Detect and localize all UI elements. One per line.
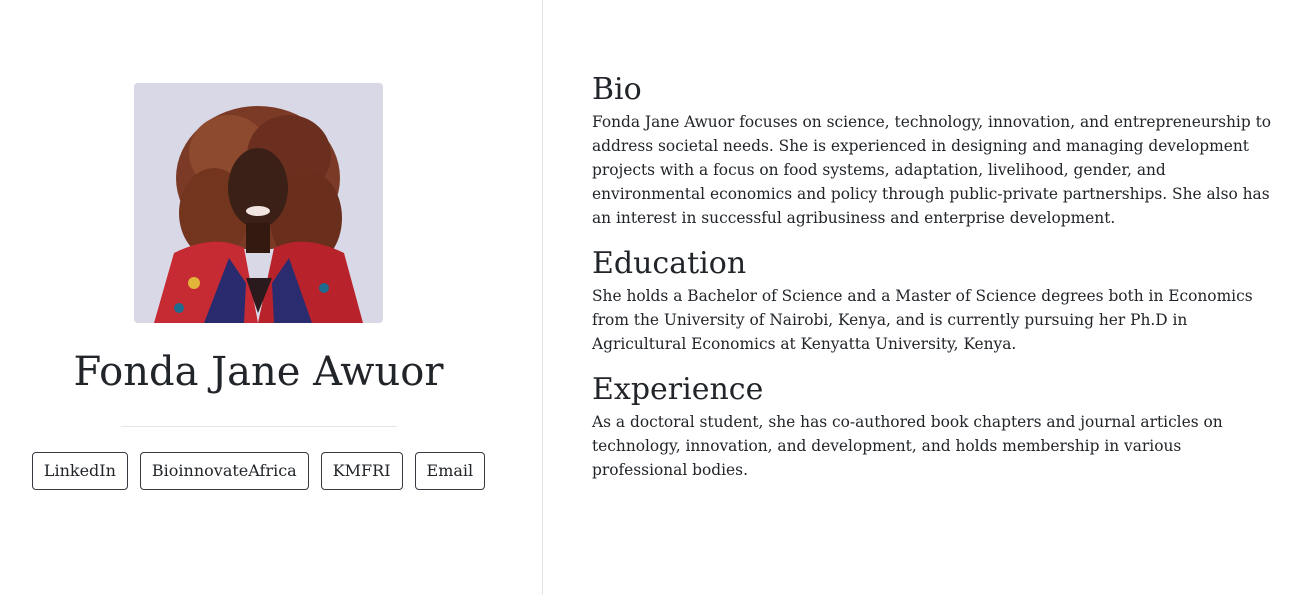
experience-section: Experience As a doctoral student, she ha… xyxy=(592,370,1272,482)
profile-name: Fonda Jane Awuor xyxy=(73,349,444,395)
name-divider xyxy=(121,426,397,427)
profile-sidebar: Fonda Jane Awuor LinkedIn BioinnovateAfr… xyxy=(0,0,543,595)
experience-text: As a doctoral student, she has co-author… xyxy=(592,413,1223,479)
education-section: Education She holds a Bachelor of Scienc… xyxy=(592,244,1272,356)
portrait-image xyxy=(134,83,383,323)
education-text: She holds a Bachelor of Science and a Ma… xyxy=(592,287,1253,353)
experience-heading: Experience xyxy=(592,372,764,407)
bio-heading: Bio xyxy=(592,72,642,107)
kmfri-button[interactable]: KMFRI xyxy=(320,452,403,490)
profile-links: LinkedIn BioinnovateAfrica KMFRI Email xyxy=(0,452,517,490)
email-button[interactable]: Email xyxy=(414,452,486,490)
linkedin-button[interactable]: LinkedIn xyxy=(31,452,128,490)
bio-section: Bio Fonda Jane Awuor focuses on science,… xyxy=(592,70,1272,230)
education-heading: Education xyxy=(592,246,747,281)
bioinnovateafrica-button[interactable]: BioinnovateAfrica xyxy=(139,452,309,490)
profile-photo xyxy=(134,83,383,323)
profile-details: Bio Fonda Jane Awuor focuses on science,… xyxy=(592,70,1272,496)
bio-text: Fonda Jane Awuor focuses on science, tec… xyxy=(592,113,1272,227)
profile-page: Fonda Jane Awuor LinkedIn BioinnovateAfr… xyxy=(0,0,1299,595)
